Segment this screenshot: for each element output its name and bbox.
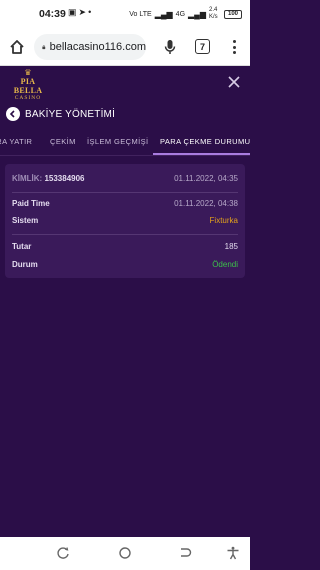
system-nav-bar (0, 537, 250, 570)
tab-count: 7 (199, 41, 205, 52)
page-header: BAKİYE YÖNETİMİ (0, 102, 250, 128)
status-time: 04:39 (39, 8, 66, 20)
signal-icon-2: ▂▄▆ (188, 9, 206, 19)
notification-icons: ▣➤• (68, 7, 93, 18)
lock-icon (42, 45, 46, 50)
status-row: Durum Ödendi (12, 260, 238, 272)
brand-name: PIA BELLA (13, 77, 43, 95)
active-tab-indicator (153, 153, 250, 155)
url-field[interactable]: bellacasino116.com (34, 34, 146, 60)
home-icon (10, 40, 24, 54)
url-text: bellacasino116.com (49, 41, 146, 53)
home-circle-icon[interactable] (118, 546, 132, 560)
browser-menu-button[interactable] (228, 38, 240, 56)
speed-label: 2.4 K/s (209, 7, 218, 20)
status-bar: 04:39 ▣➤• Vo LTE ▂▄▆ 4G ▂▄▆ 2.4 K/s 100 (0, 0, 250, 28)
image-icon: ▣ (68, 7, 79, 17)
back-nav-icon[interactable] (178, 546, 192, 560)
status-label: Durum (12, 260, 38, 269)
divider (12, 234, 238, 235)
accessibility-icon[interactable] (226, 546, 240, 560)
id-row: KİMLİK: 153384906 01.11.2022, 04:35 (12, 174, 238, 186)
site-header: ♛ PIA BELLA CASINO (0, 66, 250, 102)
close-icon[interactable] (226, 74, 242, 90)
tab-withdrawal-status[interactable]: PARA ÇEKME DURUMU (160, 137, 250, 146)
id-row-label: KİMLİK: 153384906 (12, 174, 85, 183)
paid-time-row: Paid Time 01.11.2022, 04:38 (12, 199, 238, 211)
tab-deposit[interactable]: PARA YATIR (0, 137, 32, 146)
system-label: Sistem (12, 216, 39, 225)
crown-icon: ♛ (24, 68, 32, 77)
brand-sub: CASINO (14, 95, 42, 101)
battery-level: 100 (227, 11, 238, 17)
amount-row: Tutar 185 (12, 242, 238, 254)
battery-icon: 100 (224, 9, 242, 19)
paid-time-label: Paid Time (12, 199, 50, 208)
paid-time-value: 01.11.2022, 04:38 (174, 199, 238, 208)
network-label: Vo LTE (129, 10, 152, 18)
amount-label: Tutar (12, 242, 32, 251)
recent-apps-icon[interactable] (56, 546, 70, 560)
tab-switcher-button[interactable]: 7 (195, 39, 210, 54)
brand-logo[interactable]: ♛ PIA BELLA CASINO (6, 68, 50, 102)
system-row: Sistem Fixturka (12, 216, 238, 228)
back-button[interactable] (6, 107, 20, 121)
amount-value: 185 (224, 242, 238, 251)
chevron-left-icon (9, 110, 15, 118)
tab-transaction-history[interactable]: İŞLEM GEÇMİŞİ (87, 137, 148, 146)
signal-icon: ▂▄▆ (154, 9, 173, 19)
page-title: BAKİYE YÖNETİMİ (25, 109, 116, 120)
dot-icon: • (88, 7, 94, 17)
home-button[interactable] (6, 36, 28, 58)
signal-label: 4G (175, 10, 186, 18)
mic-icon (164, 40, 176, 54)
browser-toolbar: bellacasino116.com 7 (0, 28, 250, 66)
id-label: KİMLİK: (12, 174, 43, 183)
status-value: Ödendi (212, 260, 238, 269)
id-value: 153384906 (44, 174, 85, 183)
balance-tabs: PARA YATIR ÇEKİM İŞLEM GEÇMİŞİ PARA ÇEKM… (0, 128, 250, 156)
created-date: 01.11.2022, 04:35 (174, 174, 238, 183)
status-right: Vo LTE ▂▄▆ 4G ▂▄▆ 2.4 K/s 100 (129, 7, 242, 21)
voice-search-button[interactable] (160, 36, 180, 58)
withdrawal-card: KİMLİK: 153384906 01.11.2022, 04:35 Paid… (5, 164, 245, 278)
system-value: Fixturka (209, 216, 238, 225)
telegram-icon: ➤ (78, 7, 89, 17)
divider (12, 192, 238, 193)
tab-withdraw[interactable]: ÇEKİM (50, 137, 76, 146)
